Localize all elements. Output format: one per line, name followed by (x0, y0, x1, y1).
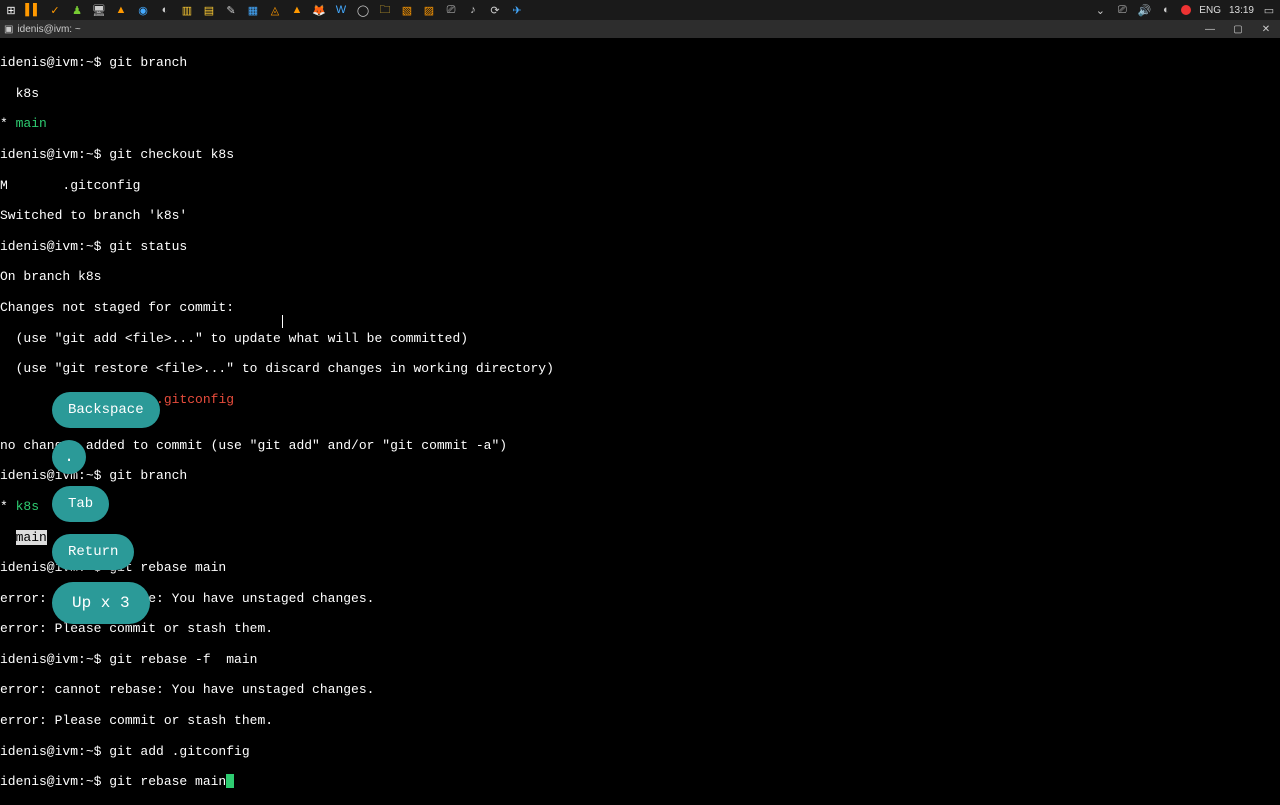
chevron-down-icon[interactable]: ⌄ (1093, 3, 1107, 17)
tray-icon[interactable]: ⎚ (1115, 3, 1129, 17)
error: error: cannot rebase: You have unstaged … (0, 591, 1280, 606)
app-icon[interactable]: ▧ (400, 3, 414, 17)
app-icon[interactable]: ◬ (268, 3, 282, 17)
taskbar-right: ⌄ ⎚ 🔊 ◐ ENG 13:19 ▭ (1093, 3, 1276, 17)
prompt: idenis@ivm:~$ (0, 239, 109, 254)
error: error: Please commit or stash them. (0, 621, 1280, 636)
output: k8s (0, 86, 1280, 101)
output: (use "git add <file>..." to update what … (0, 331, 1280, 346)
app-icon[interactable]: ▦ (246, 3, 260, 17)
app-icon[interactable]: 🖥 (92, 3, 106, 17)
clock[interactable]: 13:19 (1229, 5, 1254, 16)
maximize-button[interactable]: ▢ (1224, 20, 1252, 38)
language-indicator[interactable]: ENG (1199, 5, 1221, 16)
app-icon[interactable]: ⎚ (444, 3, 458, 17)
key-overlay: Backspace . Tab Return Up x 3 (52, 392, 160, 624)
cursor (226, 774, 234, 788)
star: * (0, 116, 16, 131)
branch-current: k8s (16, 499, 39, 514)
record-icon[interactable] (1181, 5, 1191, 15)
prompt: idenis@ivm:~$ (0, 774, 109, 789)
app-icon[interactable]: ✎ (224, 3, 238, 17)
window-titlebar: ▣ idenis@ivm: ~ — ▢ ✕ (0, 20, 1280, 38)
start-icon[interactable]: ⊞ (4, 3, 18, 17)
output: M .gitconfig (0, 178, 1280, 193)
cmd: git add .gitconfig (109, 744, 249, 759)
key-tab: Tab (52, 486, 109, 522)
app-icon[interactable]: ▥ (180, 3, 194, 17)
app-icon[interactable]: ◯ (356, 3, 370, 17)
prompt: idenis@ivm:~$ (0, 652, 109, 667)
prompt: idenis@ivm:~$ (0, 147, 109, 162)
cmd: git status (109, 239, 187, 254)
error: error: cannot rebase: You have unstaged … (0, 682, 1280, 697)
taskbar-left: ⊞ ▌▌ ✓ ♟ 🖥 ▲ ◉ ◐ ▥ ▤ ✎ ▦ ◬ ▲ 🦊 W ◯ 🗀 ▧ ▨… (4, 3, 524, 17)
app-icon[interactable]: 🗀 (378, 3, 392, 17)
app-icon[interactable]: ▌▌ (26, 3, 40, 17)
app-icon[interactable]: ♟ (70, 3, 84, 17)
key-up: Up x 3 (52, 582, 150, 624)
prompt: idenis@ivm:~$ (0, 55, 109, 70)
app-icon[interactable]: ▨ (422, 3, 436, 17)
terminal-icon: ▣ (4, 24, 13, 35)
notification-icon[interactable]: ▭ (1262, 3, 1276, 17)
output: no changes added to commit (use "git add… (0, 438, 1280, 453)
cmd: git rebase main (109, 774, 226, 789)
branch-selected: main (16, 530, 47, 545)
app-icon[interactable]: W (334, 3, 348, 17)
output: (use "git restore <file>..." to discard … (0, 361, 1280, 376)
output: On branch k8s (0, 269, 1280, 284)
output: Switched to branch 'k8s' (0, 208, 1280, 223)
window-controls: — ▢ ✕ (1196, 20, 1280, 38)
error: error: Please commit or stash them. (0, 713, 1280, 728)
terminal[interactable]: idenis@ivm:~$ git branch k8s * main iden… (0, 38, 1280, 805)
tray-icon[interactable]: ◐ (1159, 3, 1173, 17)
app-icon[interactable]: ◐ (158, 3, 172, 17)
window-title: idenis@ivm: ~ (17, 24, 80, 35)
app-icon[interactable]: ▲ (114, 3, 128, 17)
cmd: git checkout k8s (109, 147, 234, 162)
taskbar: ⊞ ▌▌ ✓ ♟ 🖥 ▲ ◉ ◐ ▥ ▤ ✎ ▦ ◬ ▲ 🦊 W ◯ 🗀 ▧ ▨… (0, 0, 1280, 20)
volume-icon[interactable]: 🔊 (1137, 3, 1151, 17)
pad (0, 530, 16, 545)
minimize-button[interactable]: — (1196, 20, 1224, 38)
branch-current: main (16, 116, 47, 131)
close-button[interactable]: ✕ (1252, 20, 1280, 38)
output: Changes not staged for commit: (0, 300, 1280, 315)
text-caret-icon (282, 315, 283, 328)
app-icon[interactable]: ♪ (466, 3, 480, 17)
app-icon[interactable]: ◉ (136, 3, 150, 17)
key-dot: . (52, 440, 86, 474)
prompt: idenis@ivm:~$ (0, 744, 109, 759)
star: * (0, 499, 16, 514)
app-icon[interactable]: ▤ (202, 3, 216, 17)
cmd: git branch (109, 55, 187, 70)
cmd: git rebase -f main (109, 652, 257, 667)
app-icon[interactable]: ✈ (510, 3, 524, 17)
app-icon[interactable]: ⟳ (488, 3, 502, 17)
key-return: Return (52, 534, 134, 570)
app-icon[interactable]: ✓ (48, 3, 62, 17)
key-backspace: Backspace (52, 392, 160, 428)
app-icon[interactable]: 🦊 (312, 3, 326, 17)
app-icon[interactable]: ▲ (290, 3, 304, 17)
